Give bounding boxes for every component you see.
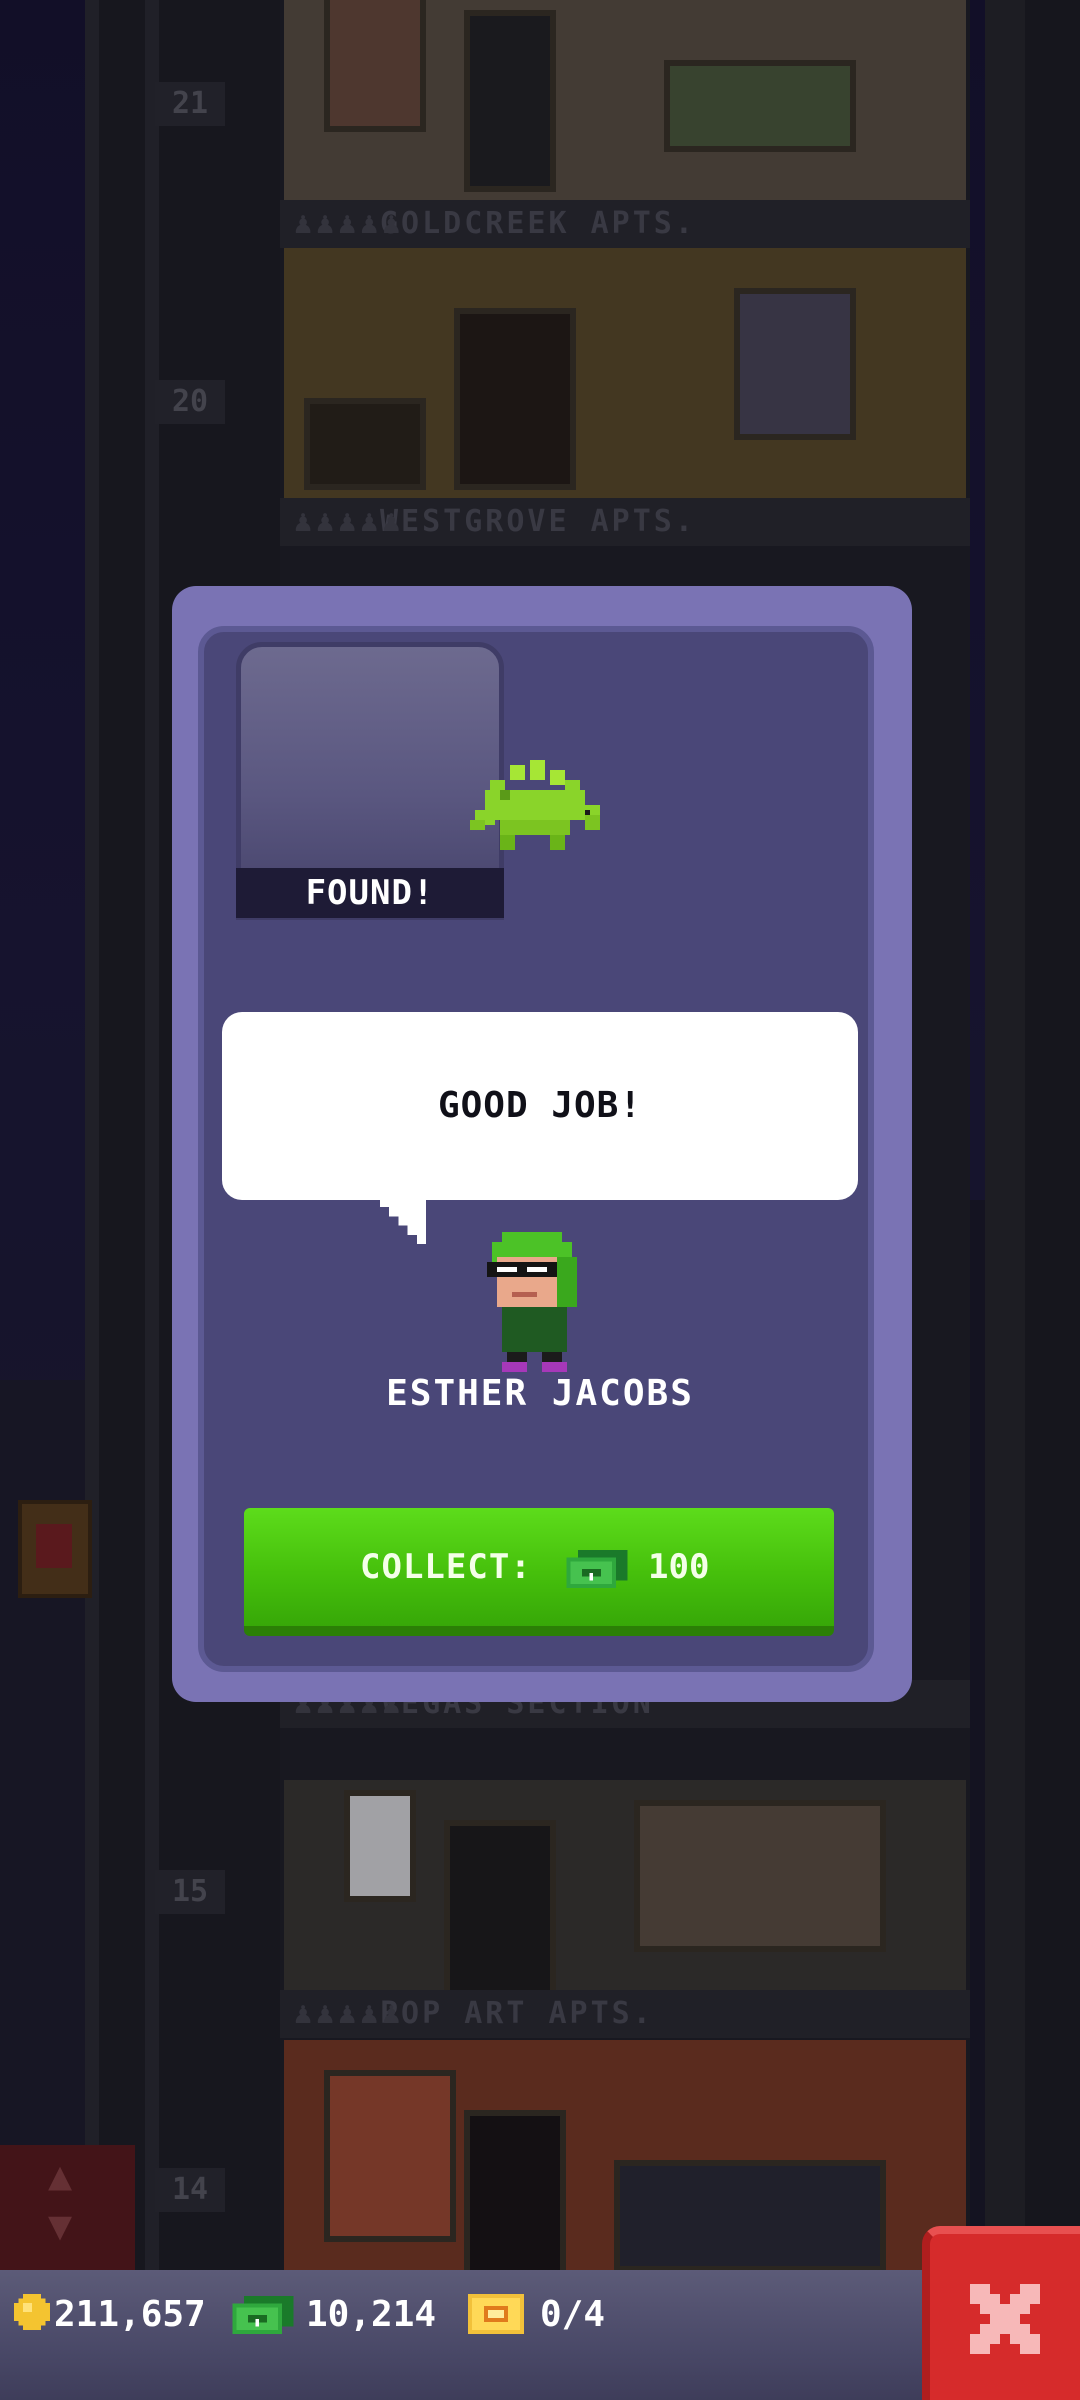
found-label: FOUND! [236, 868, 504, 918]
close-icon [970, 2284, 1040, 2354]
collect-button[interactable]: COLLECT: 100 [244, 1508, 834, 1636]
tickets-count: 0/4 [540, 2294, 606, 2335]
bux-icon [232, 2296, 294, 2334]
coin-icon [14, 2294, 50, 2330]
collect-label: COLLECT: [360, 1547, 532, 1587]
currency-bar: 211,657 10,214 0/4 [0, 2270, 1080, 2400]
collect-amount: 100 [648, 1547, 710, 1587]
speech-bubble-tail [380, 1198, 426, 1244]
coins-count: 211,657 [54, 2294, 206, 2335]
ticket-icon [468, 2294, 524, 2334]
close-button[interactable] [922, 2226, 1080, 2400]
cash-icon [566, 1550, 628, 1588]
green-stegosaurus-icon [470, 760, 600, 850]
npc-name: ESTHER JACOBS [386, 1373, 694, 1414]
npc-avatar [487, 1232, 577, 1372]
bux-count: 10,214 [306, 2294, 437, 2335]
speech-text: GOOD JOB! [437, 1085, 643, 1126]
